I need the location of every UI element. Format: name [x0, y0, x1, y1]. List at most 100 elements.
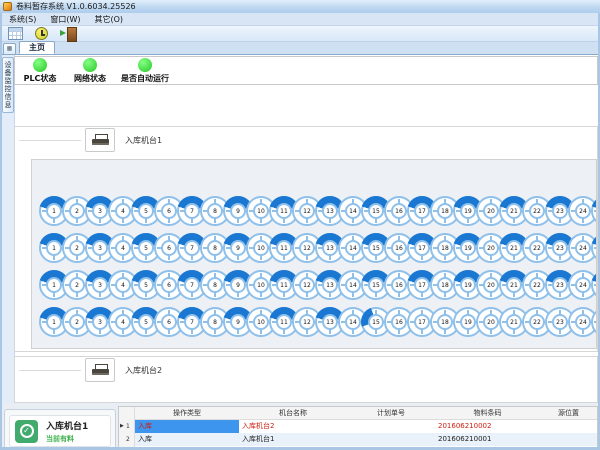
- reel-number: 24: [575, 240, 591, 256]
- status-label: PLC状态: [24, 73, 57, 84]
- reel-number: 12: [299, 203, 315, 219]
- reel-number: 22: [529, 203, 545, 219]
- reel-number: 17: [414, 314, 430, 330]
- reel-number: 17: [414, 240, 430, 256]
- toolbar-button-time[interactable]: [31, 26, 51, 42]
- reel-number: 9: [230, 240, 246, 256]
- cell-2-2[interactable]: [347, 433, 435, 446]
- reel-spoke: [594, 321, 597, 323]
- reel-number: 13: [322, 203, 338, 219]
- cell-3-1[interactable]: 入库机台2: [239, 446, 347, 447]
- cell-1-4[interactable]: [540, 420, 597, 433]
- status-light-icon: [138, 58, 152, 72]
- machine2-title: 入库机台2: [125, 365, 162, 376]
- client-area: 系统(S)窗口(W)其它(O) ▦ 主页 设备监控信息 PLC状态 网络状态 是…: [2, 13, 598, 447]
- title-bar[interactable]: 卷料暂存系统 V1.0.6034.25526: [0, 0, 600, 13]
- column-header-1[interactable]: 机台名称: [239, 407, 347, 420]
- reel-number: 4: [115, 240, 131, 256]
- reel-row-2: 1234567891011121314151617181920212223242…: [39, 233, 596, 263]
- cell-1-1[interactable]: 入库机台2: [239, 420, 347, 433]
- reel-number: 7: [184, 314, 200, 330]
- row-selector[interactable]: ▶1: [119, 420, 135, 433]
- toolbar-button-exit[interactable]: [57, 26, 77, 42]
- row-selector[interactable]: 3: [119, 446, 135, 447]
- table-row-3[interactable]: 3 入库入库机台2 201606210002: [119, 446, 597, 447]
- reel-number: 5: [138, 203, 154, 219]
- row-number: 3: [126, 446, 130, 447]
- reel-number: 7: [184, 240, 200, 256]
- reel-number: 18: [437, 277, 453, 293]
- column-header-2[interactable]: 计划单号: [347, 407, 435, 420]
- dock-stub-tab[interactable]: ▦: [3, 43, 16, 54]
- reel-number: 23: [552, 314, 568, 330]
- window-title: 卷料暂存系统 V1.0.6034.25526: [16, 1, 136, 12]
- reel-number: 19: [460, 277, 476, 293]
- reel-number: 3: [92, 240, 108, 256]
- reel-number: 14: [345, 277, 361, 293]
- reel-number: 24: [575, 277, 591, 293]
- cell-3-0[interactable]: 入库: [135, 446, 239, 447]
- machine-card-1[interactable]: ✓ 入库机台1 当前有料: [9, 415, 111, 447]
- cell-1-3[interactable]: 201606210002: [435, 420, 540, 433]
- reel-number: 23: [552, 277, 568, 293]
- reel-number: 8: [207, 240, 223, 256]
- machine1-title: 入库机台1: [125, 135, 162, 146]
- reel-number: 14: [345, 240, 361, 256]
- print-button-machine2[interactable]: [85, 358, 115, 382]
- reel-number: 10: [253, 277, 269, 293]
- column-header-4[interactable]: 源位置: [540, 407, 597, 420]
- status-label: 网络状态: [74, 73, 106, 84]
- reel-number: 12: [299, 240, 315, 256]
- cell-2-4[interactable]: [540, 433, 597, 446]
- print-button-machine1[interactable]: [85, 128, 115, 152]
- reel-number: 13: [322, 314, 338, 330]
- cell-2-3[interactable]: 201606210001: [435, 433, 540, 446]
- reel-number: 15: [368, 203, 384, 219]
- main-content: 设备监控信息 PLC状态 网络状态 是否自动运行 入库机台1 123456789…: [2, 55, 598, 447]
- reel-number: 11: [276, 314, 292, 330]
- app-icon: [3, 2, 12, 11]
- reel-number: 20: [483, 314, 499, 330]
- reel-number: 5: [138, 277, 154, 293]
- reel-number: 8: [207, 203, 223, 219]
- reel-number: 9: [230, 203, 246, 219]
- menu-item-window[interactable]: 窗口(W): [43, 14, 87, 25]
- cell-3-3[interactable]: 201606210002: [435, 446, 540, 447]
- menu-item-other[interactable]: 其它(O): [87, 14, 130, 25]
- reel-number: 10: [253, 240, 269, 256]
- reel-number: 5: [138, 240, 154, 256]
- reel-number: 3: [92, 203, 108, 219]
- toolbar-button-schedule[interactable]: [5, 26, 25, 42]
- cell-3-2[interactable]: [347, 446, 435, 447]
- row-selector[interactable]: 2: [119, 433, 135, 446]
- exit-icon: [60, 27, 75, 40]
- table-row-2[interactable]: 2入库入库机台1 201606210001: [119, 433, 597, 446]
- reel-number: 22: [529, 314, 545, 330]
- column-header-3[interactable]: 物料条码: [435, 407, 540, 420]
- machine-card-title: 入库机台1: [46, 419, 88, 432]
- column-header-0[interactable]: 操作类型: [135, 407, 239, 420]
- menu-item-system[interactable]: 系统(S): [2, 14, 43, 25]
- cell-3-4[interactable]: [540, 446, 597, 447]
- reel-number: 2: [69, 240, 85, 256]
- reel-number: 16: [391, 203, 407, 219]
- reel-number: 11: [276, 277, 292, 293]
- machine-status-cards: ✓ 入库机台1 当前有料 ✓ 入库机台2 当前有料: [4, 409, 116, 447]
- tab-home[interactable]: 主页: [19, 41, 55, 54]
- reel-number: 6: [161, 277, 177, 293]
- side-autohide-tab[interactable]: 设备监控信息: [2, 57, 14, 113]
- cell-2-1[interactable]: 入库机台1: [239, 433, 347, 446]
- reel-number: 21: [506, 314, 522, 330]
- reel-number: 18: [437, 240, 453, 256]
- reel-number: 13: [322, 277, 338, 293]
- reel-number: 20: [483, 203, 499, 219]
- reel-number: 4: [115, 277, 131, 293]
- cell-2-0[interactable]: 入库: [135, 433, 239, 446]
- status-indicator-0: PLC状态: [21, 58, 59, 84]
- reel-row-1: 1234567891011121314151617181920212223242…: [39, 196, 596, 226]
- table-row-1[interactable]: ▶1入库入库机台2 201606210002: [119, 420, 597, 433]
- cell-1-2[interactable]: [347, 420, 435, 433]
- toolbar: [2, 26, 598, 42]
- cell-1-0[interactable]: 入库: [135, 420, 239, 433]
- reel-number: 7: [184, 277, 200, 293]
